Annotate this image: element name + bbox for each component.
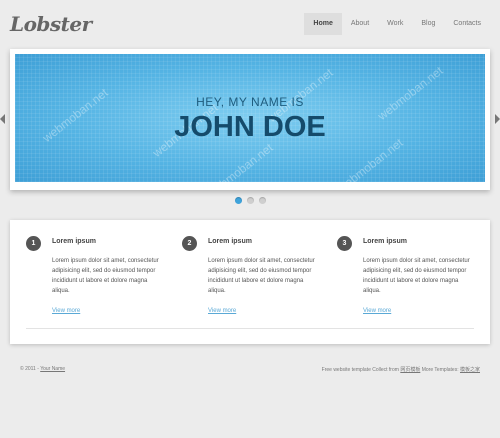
feature-text: Lorem ipsum dolor sit amet, consectetur … [52,258,159,294]
feature-number-badge: 1 [26,236,41,251]
nav-work[interactable]: Work [378,13,412,35]
view-more-link[interactable]: View more [52,308,80,314]
credit-link-more-templates[interactable]: 模板之家 [460,367,480,373]
credit-link-templates[interactable]: 网页模板 [400,367,420,373]
feature-title: Lorem ipsum [208,238,252,245]
feature-number-badge: 3 [337,236,352,251]
nav-blog[interactable]: Blog [412,13,444,35]
hero-slider: webmoban.net webmoban.net webmoban.net w… [10,49,490,190]
nav-contacts[interactable]: Contacts [444,13,490,35]
hero-title: JOHN DOE [174,111,326,143]
feature-title: Lorem ipsum [52,238,96,245]
site-logo[interactable]: Lobster [10,12,92,36]
main-nav: Home About Work Blog Contacts [304,13,490,35]
watermark-text: webmoban.net [205,140,276,182]
feature-number-badge: 2 [182,236,197,251]
nav-about[interactable]: About [342,13,378,35]
features-panel: 1 Lorem ipsum Lorem ipsum dolor sit amet… [10,220,490,344]
view-more-link[interactable]: View more [363,308,391,314]
slider-dot-3[interactable] [259,197,266,204]
slider-dot-1[interactable] [235,197,242,204]
your-name-link[interactable]: Your Name [40,366,65,372]
feature-text: Lorem ipsum dolor sit amet, consectetur … [363,258,470,294]
feature-text: Lorem ipsum dolor sit amet, consectetur … [208,258,315,294]
footer-credit: Free website template Collect from 网页模板 … [322,366,480,373]
slider-next-arrow-icon[interactable] [495,114,500,124]
view-more-link[interactable]: View more [208,308,236,314]
nav-home[interactable]: Home [304,13,342,35]
footer-copyright: © 2011 - Your Name [20,366,65,372]
slider-prev-arrow-icon[interactable] [0,114,5,124]
slider-dot-2[interactable] [247,197,254,204]
credit-text: Free website template Collect from [321,367,399,373]
panel-divider [26,328,474,329]
credit-more-text: More Templates [421,367,458,373]
hero-slide: webmoban.net webmoban.net webmoban.net w… [15,54,485,182]
hero-subtitle: HEY, MY NAME IS [196,95,304,109]
slider-pagination [235,197,266,204]
copyright-text: © 2011 - [20,366,39,372]
feature-title: Lorem ipsum [363,238,407,245]
credit-colon: : [457,367,459,373]
